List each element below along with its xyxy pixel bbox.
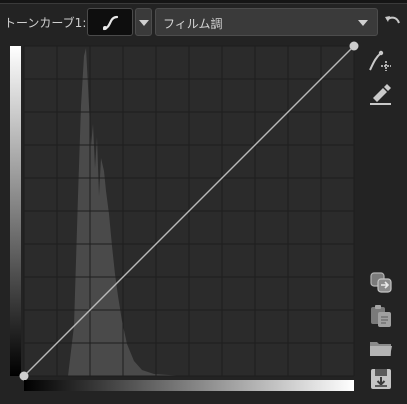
open-curve-button[interactable] <box>368 335 394 361</box>
tone-curve-graph[interactable] <box>19 41 359 381</box>
curve-brush-icon <box>102 15 119 31</box>
copy-icon <box>370 272 392 293</box>
preset-select[interactable]: フィルム調 <box>155 8 378 36</box>
reset-curve-button[interactable] <box>383 12 403 32</box>
white-point-handle[interactable] <box>349 41 359 51</box>
chevron-down-icon <box>139 20 149 26</box>
save-curve-button[interactable] <box>368 366 394 392</box>
paste-curve-button[interactable] <box>368 303 394 329</box>
curve-tool-dropdown[interactable] <box>135 8 152 36</box>
preset-select-value: フィルム調 <box>163 17 223 31</box>
undo-arrow-icon <box>385 16 400 24</box>
add-curve-point-icon <box>369 50 391 71</box>
input-gradient-bar <box>10 46 21 376</box>
tone-curve-panel: トーンカーブ1: フィルム調 <box>0 0 407 404</box>
panel-top-divider <box>0 0 407 4</box>
save-icon <box>371 369 391 389</box>
add-point-tool-button[interactable] <box>367 48 393 74</box>
copy-curve-button[interactable] <box>368 270 394 296</box>
paste-icon <box>371 305 391 327</box>
curve-tool-button[interactable] <box>87 8 133 36</box>
pick-point-tool-button[interactable] <box>367 80 393 106</box>
chevron-down-icon <box>358 20 368 26</box>
curve-header: トーンカーブ1: フィルム調 <box>0 8 407 36</box>
output-gradient-bar <box>24 380 354 391</box>
eyedropper-point-icon <box>370 84 391 105</box>
folder-icon <box>370 342 392 356</box>
curve-label: トーンカーブ1: <box>4 16 87 30</box>
